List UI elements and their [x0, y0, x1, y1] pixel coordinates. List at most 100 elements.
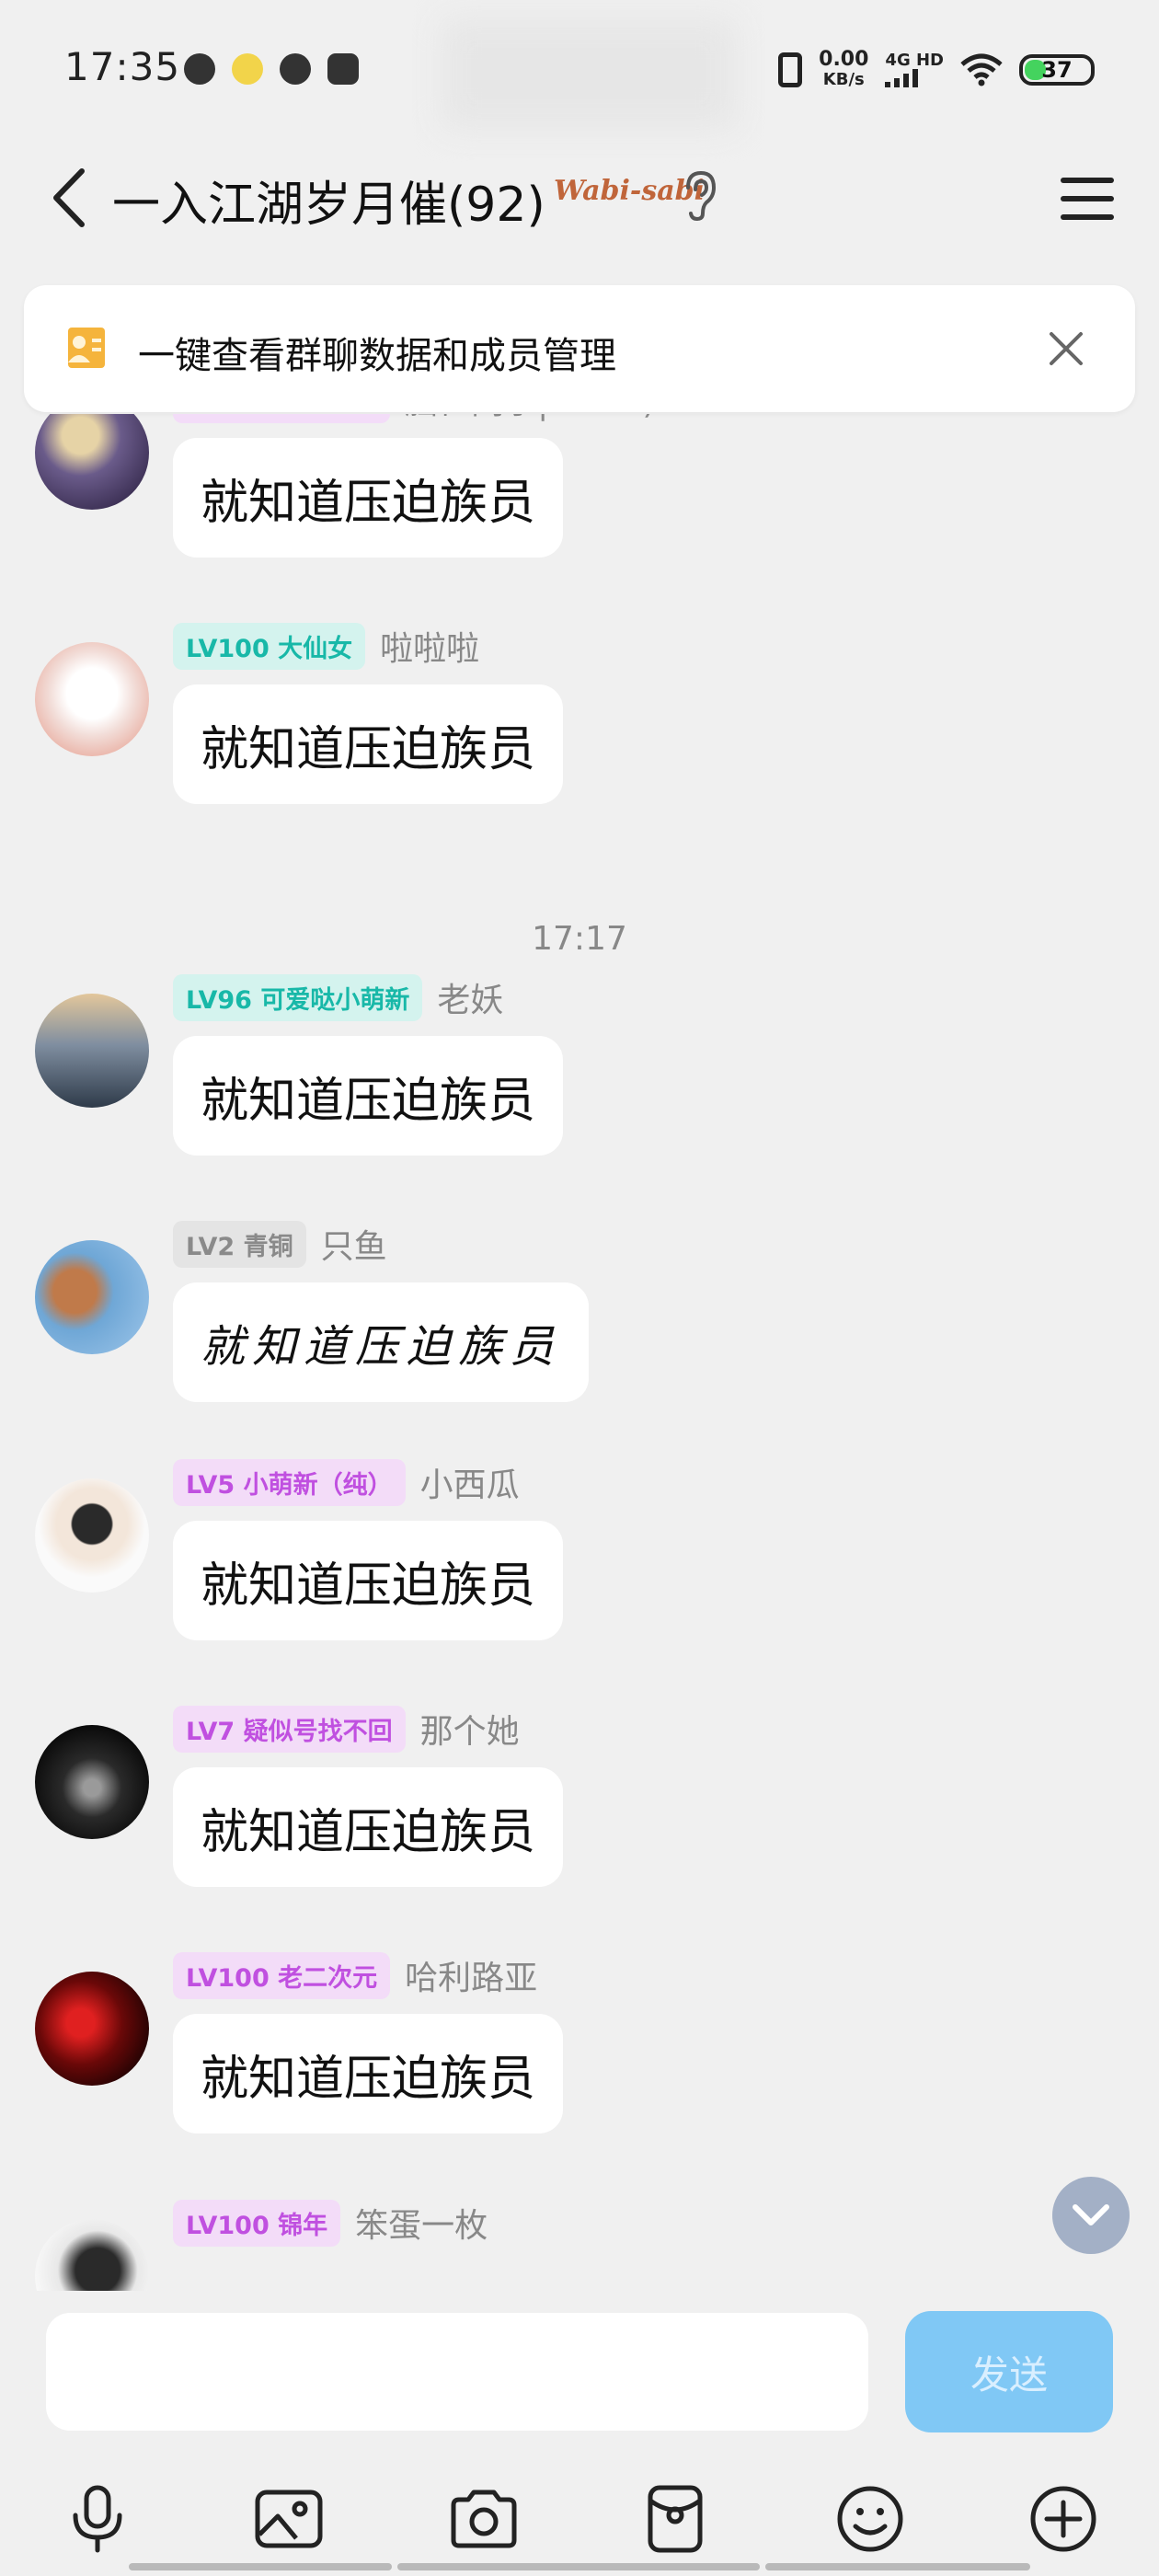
input-area: 发送 [0, 2291, 1159, 2576]
red-packet-button[interactable] [631, 2475, 719, 2563]
level-badge[interactable]: LV96 可爱哒小萌新 [173, 973, 423, 1021]
banner-close-button[interactable] [1034, 316, 1098, 381]
message-input[interactable] [46, 2313, 868, 2431]
sender-name[interactable]: 老妖 [437, 973, 503, 1021]
level-badge[interactable]: LV100 老二次元 [173, 1951, 391, 1999]
camera-icon [451, 2490, 517, 2548]
wifi-icon [960, 53, 1003, 86]
sender-name[interactable]: 脑仁同学|･ω･｀) [405, 414, 655, 423]
avatar[interactable] [35, 1725, 149, 1839]
sender-name[interactable]: 那个她 [420, 1705, 520, 1753]
message-item: LV100 大仙女 啦啦啦 就知道压迫族员 [0, 622, 1159, 863]
message-item: LV100 锦年 笨蛋一枚 [0, 2199, 1159, 2291]
emoji-button[interactable] [826, 2475, 914, 2563]
sender-name[interactable]: 哈利路亚 [405, 1951, 537, 1999]
gesture-bar [765, 2563, 1030, 2570]
message-item: LV7 疑似号找不回 那个她 就知道压迫族员 [0, 1705, 1159, 1946]
message-meta: LV100 老二次元 哈利路亚 [173, 1951, 537, 1999]
menu-button[interactable] [1049, 160, 1126, 237]
avatar[interactable] [35, 414, 149, 510]
title-bar: 一入江湖岁月催(92) Wabi-sabi [0, 138, 1159, 258]
level-badge[interactable]: LV100 大仙女 [173, 622, 366, 670]
chevron-down-icon [1073, 2204, 1109, 2225]
microphone-icon [73, 2485, 122, 2553]
signal-bars-icon [885, 69, 944, 87]
send-button[interactable]: 发送 [905, 2311, 1113, 2432]
input-toolbar [0, 2475, 1159, 2576]
voice-button[interactable] [53, 2475, 142, 2563]
image-button[interactable] [245, 2475, 333, 2563]
camera-button[interactable] [440, 2475, 528, 2563]
status-time: 17:35 [64, 44, 181, 89]
menu-icon [1061, 178, 1114, 183]
avatar[interactable] [35, 1478, 149, 1593]
more-button[interactable] [1019, 2475, 1107, 2563]
red-packet-icon [648, 2485, 703, 2553]
group-data-banner[interactable]: 一键查看群聊数据和成员管理 [24, 285, 1135, 412]
id-card-icon [68, 328, 105, 368]
level-badge[interactable]: LV2 青铜 [173, 1220, 306, 1268]
level-badge[interactable]: LV100 秀儿本秀 [173, 414, 391, 423]
close-icon [1050, 332, 1083, 365]
plus-icon [1030, 2486, 1096, 2552]
message-item: LV96 可爱哒小萌新 老妖 就知道压迫族员 [0, 973, 1159, 1214]
battery-level-text: 37 [1041, 57, 1073, 83]
avatar[interactable] [35, 642, 149, 756]
message-bubble[interactable]: 就知道压迫族员 [173, 684, 564, 804]
message-item: LV2 青铜 只鱼 就知道压迫族员 [0, 1220, 1159, 1461]
sender-name[interactable]: 只鱼 [321, 1220, 387, 1268]
status-right-group: 0.00 KB/s 4G HD 37 [778, 44, 1095, 96]
message-bubble[interactable]: 就知道压迫族员 [173, 1282, 590, 1402]
avatar[interactable] [35, 1972, 149, 2086]
network-speed-value: 0.00 [819, 48, 869, 71]
message-meta: LV100 大仙女 啦啦啦 [173, 622, 479, 670]
message-meta: LV2 青铜 只鱼 [173, 1220, 387, 1268]
sender-name[interactable]: 啦啦啦 [380, 622, 479, 670]
message-meta: LV5 小萌新（纯） 小西瓜 [173, 1458, 520, 1506]
gesture-bar [397, 2563, 760, 2570]
avatar[interactable] [35, 994, 149, 1108]
message-item: LV100 老二次元 哈利路亚 就知道压迫族员 [0, 1951, 1159, 2192]
sender-name[interactable]: 笨蛋一枚 [355, 2199, 488, 2247]
banner-text: 一键查看群聊数据和成员管理 [138, 335, 616, 377]
cell-signal: 4G HD [885, 52, 944, 87]
vibrate-icon [778, 52, 803, 87]
network-speed: 0.00 KB/s [819, 50, 868, 90]
message-bubble[interactable]: 就知道压迫族员 [173, 1767, 564, 1887]
chat-timestamp: 17:17 [532, 920, 627, 958]
level-badge[interactable]: LV100 锦年 [173, 2199, 341, 2247]
sender-name[interactable]: 小西瓜 [420, 1458, 520, 1506]
blurred-region [442, 18, 736, 129]
message-meta: LV96 可爱哒小萌新 老妖 [173, 973, 503, 1021]
avatar[interactable] [35, 1240, 149, 1354]
scroll-to-bottom-button[interactable] [1052, 2177, 1130, 2254]
chat-message-list[interactable]: LV100 秀儿本秀 脑仁同学|･ω･｀) 就知道压迫族员 LV100 大仙女 … [0, 414, 1159, 2291]
network-speed-unit: KB/s [822, 70, 865, 89]
level-badge[interactable]: LV5 小萌新（纯） [173, 1458, 406, 1506]
message-bubble[interactable]: 就知道压迫族员 [173, 1036, 564, 1156]
vivo-app-icon [327, 53, 359, 85]
message-bubble[interactable]: 就知道压迫族员 [173, 1521, 564, 1640]
app-notification-icon [280, 53, 311, 85]
message-item: LV100 秀儿本秀 脑仁同学|･ω･｀) 就知道压迫族员 [0, 414, 1159, 616]
back-arrow-icon [53, 168, 85, 227]
message-meta: LV7 疑似号找不回 那个她 [173, 1705, 520, 1753]
message-meta: LV100 锦年 笨蛋一枚 [173, 2199, 488, 2247]
level-badge[interactable]: LV7 疑似号找不回 [173, 1705, 406, 1753]
back-button[interactable] [37, 156, 101, 239]
message-bubble[interactable]: 就知道压迫族员 [173, 438, 564, 558]
message-bubble[interactable]: 就知道压迫族员 [173, 2014, 564, 2133]
image-icon [255, 2490, 323, 2548]
avatar[interactable] [35, 2219, 149, 2291]
status-bar: 17:35 0.00 KB/s 4G HD 37 [0, 0, 1159, 138]
app-notification-icon [184, 53, 215, 85]
app-notification-icon [232, 53, 263, 85]
message-item: LV5 小萌新（纯） 小西瓜 就知道压迫族员 [0, 1458, 1159, 1699]
network-type: 4G HD [885, 51, 944, 70]
group-title[interactable]: 一入江湖岁月催(92) [112, 166, 545, 235]
gesture-bar [129, 2563, 392, 2570]
emoji-icon [837, 2486, 903, 2552]
message-meta: LV100 秀儿本秀 脑仁同学|･ω･｀) [173, 414, 655, 423]
battery-icon: 37 [1019, 54, 1095, 86]
ear-icon[interactable] [679, 167, 719, 223]
